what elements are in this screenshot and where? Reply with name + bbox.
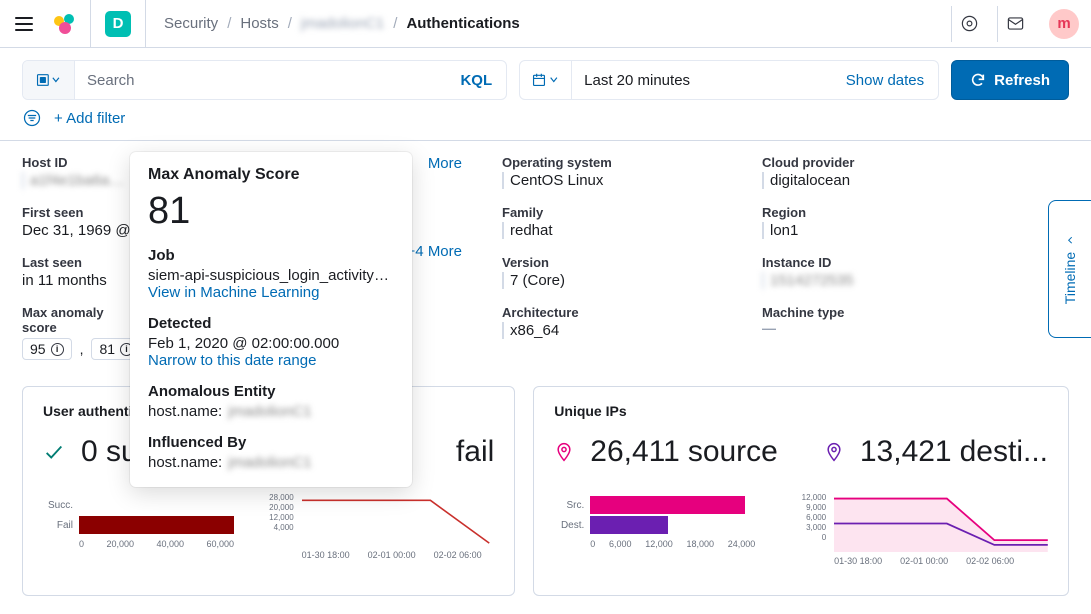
os-label: Operating system [502,155,732,170]
anomaly-popover: Max Anomaly Score 81 Job siem-api-suspic… [130,152,412,487]
popover-score: 81 [148,190,394,233]
map-pin-icon [554,442,574,462]
entity-key: host.name: [148,403,222,420]
map-pin-icon [824,442,844,462]
auth-bar-chart: Succ. Fail 020,00040,00060,000 [43,495,236,560]
version-label: Version [502,255,732,270]
arch-label: Architecture [502,305,732,320]
family-label: Family [502,205,732,220]
instance-value: 1514272535 [762,272,992,289]
detected-label: Detected [148,315,394,332]
ips-line-chart: 12,0009,0006,0003,0000 01-30 18:0002-01 … [798,495,1048,566]
ip-more-link[interactable]: +4 More [407,243,462,260]
src-label: source [688,435,778,469]
arch-value: x86_64 [502,322,732,339]
chevron-left-icon [1065,234,1077,246]
crumb-hosts[interactable]: Hosts [240,15,278,32]
kql-toggle[interactable]: KQL [446,72,506,89]
machine-type-value: — [762,320,776,336]
anomaly-chip-1[interactable]: 95i [22,338,72,360]
auth-fail-label: fail [456,435,494,469]
query-bar: Search KQL Last 20 minutes Show dates Re… [0,48,1091,100]
crumb-active: Authentications [406,15,519,32]
header-actions: m [951,6,1079,42]
more-link[interactable]: More [428,155,462,172]
popover-title: Max Anomaly Score [148,166,394,184]
breadcrumb-sep: / [288,15,292,32]
filter-row: + Add filter [0,100,1091,138]
breadcrumb-sep: / [227,15,231,32]
info-icon: i [51,343,64,356]
refresh-label: Refresh [994,72,1050,89]
job-label: Job [148,247,394,264]
unique-ips-panel: Unique IPs 26,411source 13,421desti... S… [533,386,1069,596]
search-input[interactable]: Search [75,72,446,89]
host-id-value: a1f4e1ba6abb02 [22,172,132,189]
influenced-label: Influenced By [148,434,394,451]
host-id-label: Host ID [22,155,132,170]
narrow-link[interactable]: Narrow to this date range [148,352,394,369]
refresh-icon [970,72,986,88]
app-badge[interactable]: D [105,11,131,37]
instance-label: Instance ID [762,255,992,270]
check-icon [43,441,65,463]
region-label: Region [762,205,992,220]
filter-icon[interactable] [22,108,42,128]
auth-line-chart: 28,00020,00012,0004,000 01-30 18:0002-01… [266,495,495,560]
elastic-logo[interactable] [54,13,76,35]
os-value: CentOS Linux [502,172,732,189]
crumb-hostname[interactable]: jmadolionC1 [301,15,384,32]
src-value: 26,411 [590,435,680,469]
region-value: lon1 [762,222,992,239]
uniq-title: Unique IPs [554,403,1048,419]
breadcrumb: Security / Hosts / jmadolionC1 / Authent… [145,0,520,47]
date-picker: Last 20 minutes Show dates [519,60,939,100]
search-options-dropdown[interactable] [23,61,75,99]
family-value: redhat [502,222,732,239]
influenced-key: host.name: [148,454,222,471]
refresh-button[interactable]: Refresh [951,60,1069,100]
cloud-value: digitalocean [762,172,992,189]
max-score-label: Max anomaly score [22,305,132,335]
version-value: 7 (Core) [502,272,732,289]
ips-bar-chart: Src. Dest. 06,00012,00018,00024,000 [554,495,768,566]
first-seen-value: Dec 31, 1969 @ [22,222,132,239]
date-range-text[interactable]: Last 20 minutes [572,72,832,89]
timeline-tab[interactable]: Timeline [1048,200,1091,338]
ml-link[interactable]: View in Machine Learning [148,284,394,301]
mail-icon[interactable] [997,6,1033,42]
entity-label: Anomalous Entity [148,383,394,400]
menu-button[interactable] [12,12,36,36]
influenced-value: jmadolionC1 [228,454,311,471]
last-seen-label: Last seen [22,255,132,270]
date-quick-dropdown[interactable] [520,61,572,99]
show-dates-link[interactable]: Show dates [832,72,938,89]
timeline-label: Timeline [1063,252,1079,304]
header: D Security / Hosts / jmadolionC1 / Authe… [0,0,1091,48]
last-seen-value: in 11 months [22,272,132,289]
entity-value: jmadolionC1 [228,403,311,420]
logo-wrap [54,0,91,47]
job-value: siem-api-suspicious_login_activity_ecs [148,267,394,284]
machine-type-label: Machine type [762,305,992,320]
cloud-label: Cloud provider [762,155,992,170]
dst-value: 13,421 [860,435,952,469]
detected-value: Feb 1, 2020 @ 02:00:00.000 [148,335,394,352]
dst-label: desti... [960,435,1048,469]
crumb-security[interactable]: Security [164,15,218,32]
first-seen-label: First seen [22,205,132,220]
breadcrumb-sep: / [393,15,397,32]
news-icon[interactable] [951,6,987,42]
avatar[interactable]: m [1049,9,1079,39]
add-filter-link[interactable]: + Add filter [54,110,125,127]
search-box: Search KQL [22,60,507,100]
